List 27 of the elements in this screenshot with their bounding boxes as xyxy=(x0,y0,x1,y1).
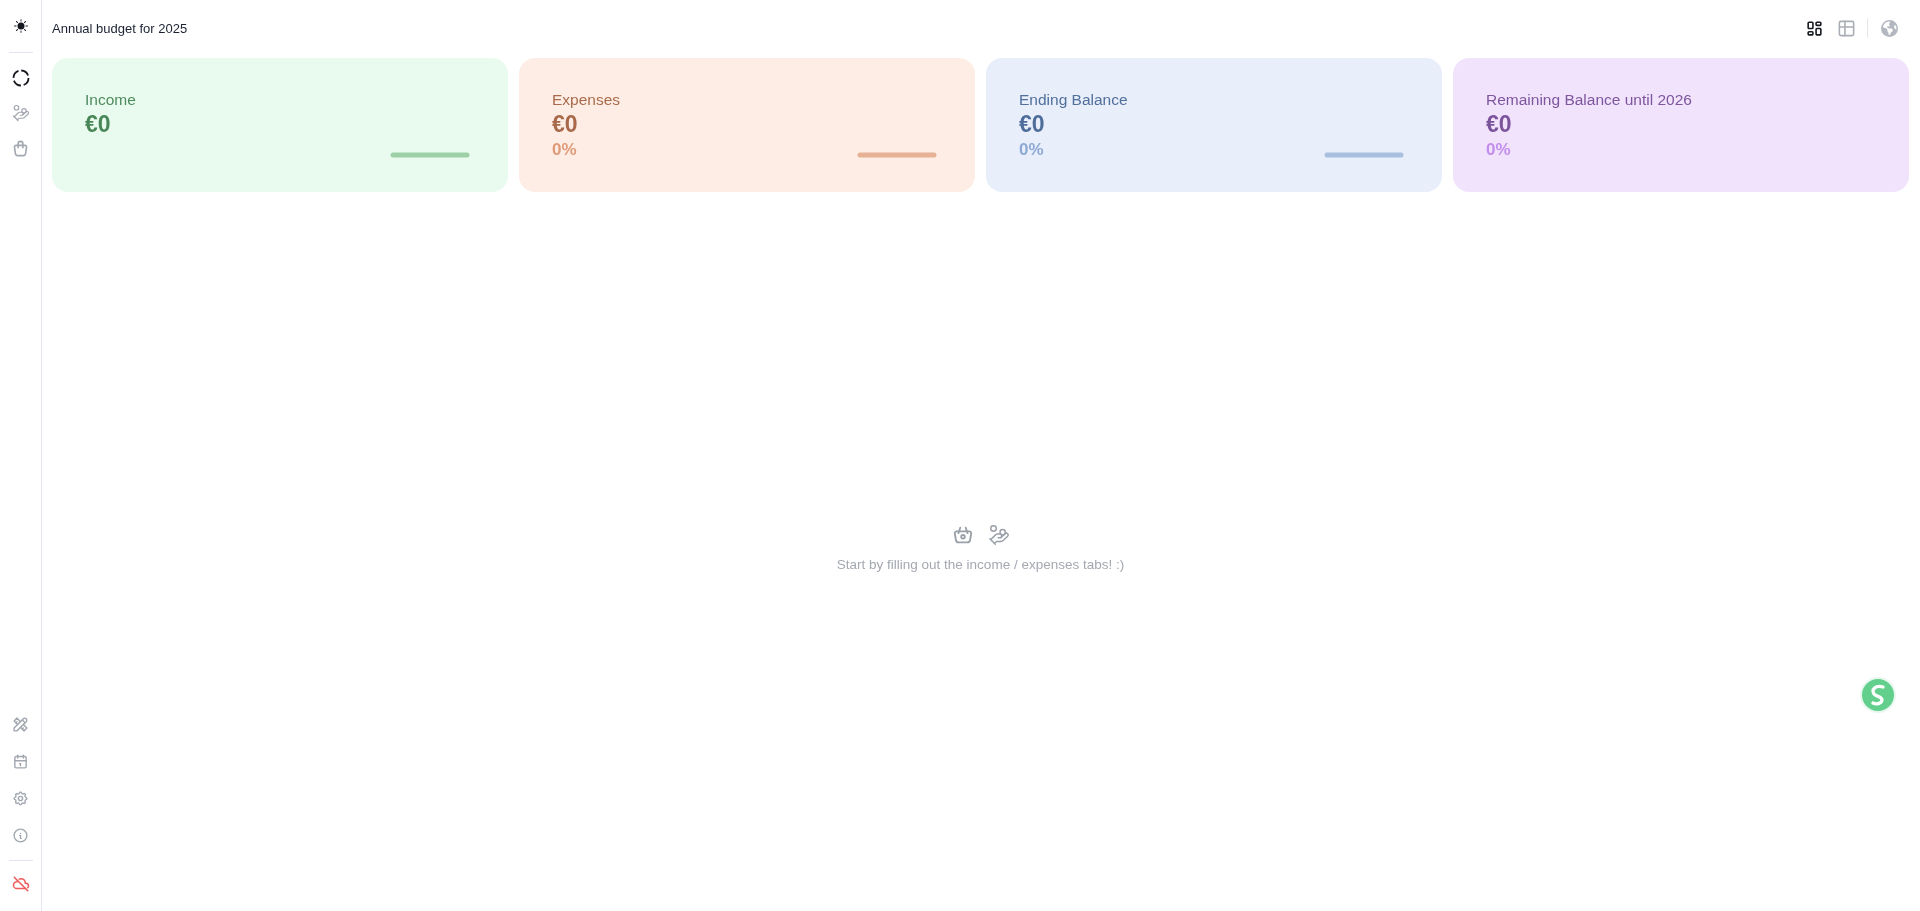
grid-view-icon xyxy=(1804,18,1824,38)
sun-icon xyxy=(13,19,28,33)
page-title: Annual budget for 2025 xyxy=(52,20,188,36)
card-amount: €0 xyxy=(1019,110,1046,138)
card-percent: 0% xyxy=(1019,139,1045,161)
settings-icon xyxy=(12,789,29,807)
hand-coins-icon xyxy=(987,523,1010,546)
calendar-icon xyxy=(12,752,29,770)
shopping-bag-icon xyxy=(11,138,30,158)
card-label: Remaining Balance until 2026 xyxy=(1486,90,1692,110)
empty-state-message: Start by filling out the income / expenses tabs! :) xyxy=(836,556,1125,572)
card-amount: €0 xyxy=(1486,110,1513,138)
cloud-off-icon xyxy=(11,875,30,893)
card-label: Ending Balance xyxy=(1019,90,1128,110)
card-amount: €0 xyxy=(85,110,112,138)
card-percent: 0% xyxy=(1486,139,1512,161)
info-icon xyxy=(12,826,29,844)
card-percent: 0% xyxy=(552,139,578,161)
hand-coins-icon xyxy=(11,104,30,122)
table-view-icon xyxy=(1836,18,1856,38)
tools-icon xyxy=(12,715,29,733)
card-amount: €0 xyxy=(552,110,579,138)
card-label: Expenses xyxy=(552,90,621,110)
globe-icon xyxy=(1880,19,1898,37)
dashed-circle-icon xyxy=(11,69,30,87)
card-label: Income xyxy=(85,90,136,110)
floating-button[interactable] xyxy=(1860,677,1896,713)
